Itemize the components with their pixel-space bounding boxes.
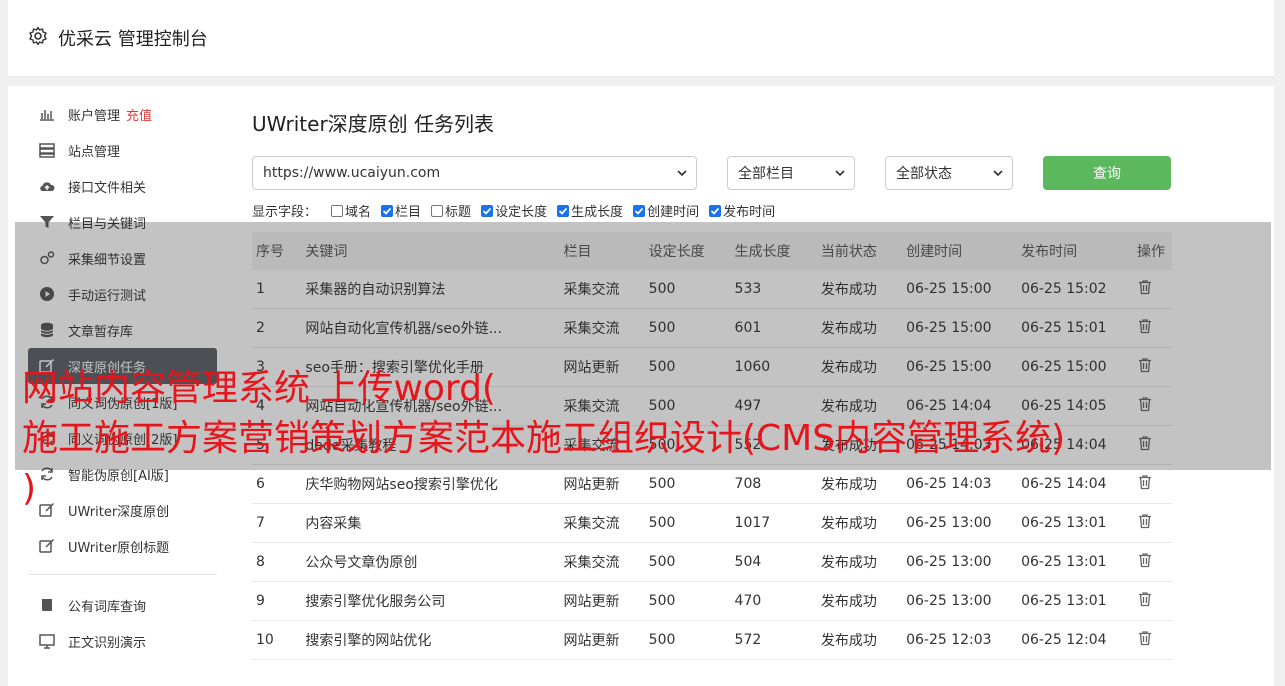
field-checkbox-label: 栏目: [395, 205, 422, 220]
server-icon: [38, 141, 56, 159]
recharge-link[interactable]: 充值: [126, 105, 152, 124]
cloud-upload-icon: [38, 177, 56, 195]
checkbox-checked[interactable]: [709, 204, 722, 217]
table-row: 8 公众号文章伪原创 采集交流 500 504 发布成功 06-25 13:00 06-25 …: [252, 542, 1172, 582]
table-cell: 8: [252, 542, 302, 582]
field-checkbox-label: 发布时间: [723, 205, 776, 220]
bar-chart-icon: [38, 105, 56, 123]
chevron-down-icon: [993, 170, 1003, 177]
checkbox-unchecked[interactable]: [431, 204, 444, 217]
sidebar-item-label: 站点管理: [68, 144, 121, 160]
sidebar-item-label: UWriter原创标题: [68, 540, 170, 556]
field-checkbox[interactable]: 发布时间: [709, 201, 775, 220]
status-cell: 发布成功: [816, 542, 903, 582]
display-fields: 显示字段： 域名 栏目 标题 设定长度 生成长度 创建时间 发布时间: [252, 201, 785, 220]
sidebar-item[interactable]: 接口文件相关: [28, 168, 217, 204]
sidebar-item[interactable]: 账户管理 充值: [28, 96, 217, 132]
chevron-down-icon: [677, 170, 687, 177]
table-cell: 06-25 13:00: [902, 542, 1018, 582]
trash-icon[interactable]: [1137, 513, 1153, 529]
sidebar-item[interactable]: 公有词库查询: [28, 587, 217, 623]
app-title: 优采云 管理控制台: [58, 29, 208, 50]
table-cell: 500: [644, 620, 731, 660]
table-cell: 470: [730, 581, 817, 621]
field-checkbox[interactable]: 设定长度: [481, 201, 547, 220]
site-select[interactable]: https://www.ucaiyun.com: [252, 156, 697, 190]
table-cell: 搜索引擎的网站优化: [301, 620, 560, 660]
field-checkbox[interactable]: 标题: [431, 201, 471, 220]
overlay-caption: 网站内容管理系统 上传word( 施工施工方案营销策划方案范本施工组织设计(CMS…: [22, 364, 1282, 514]
table-cell: 搜索引擎优化服务公司: [301, 581, 560, 621]
sidebar-item-label: 公有词库查询: [68, 599, 147, 615]
checkbox-checked[interactable]: [481, 204, 494, 217]
sidebar-item-label: 接口文件相关: [68, 180, 147, 196]
table-cell: 06-25 13:01: [1017, 542, 1134, 582]
table-row: 9 搜索引擎优化服务公司 网站更新 500 470 发布成功 06-25 13:00 06-2…: [252, 581, 1172, 621]
column-select-value: 全部栏目: [738, 166, 794, 182]
field-checkbox-label: 创建时间: [647, 205, 700, 220]
query-button[interactable]: 查询: [1043, 156, 1171, 190]
table-cell: 572: [730, 620, 817, 660]
field-checkbox[interactable]: 创建时间: [633, 201, 699, 220]
action-cell: [1133, 542, 1172, 582]
checkbox-checked[interactable]: [381, 204, 394, 217]
edit-icon: [38, 537, 56, 555]
status-cell: 发布成功: [816, 620, 903, 660]
book-icon: [38, 596, 56, 614]
field-checkbox-label: 生成长度: [571, 205, 624, 220]
table-cell: 公众号文章伪原创: [301, 542, 560, 582]
column-select[interactable]: 全部栏目: [727, 156, 855, 190]
sidebar-divider: [28, 574, 217, 575]
table-cell: 网站更新: [559, 581, 645, 621]
top-header: 优采云 管理控制台: [8, 0, 1274, 77]
overlay-caption-line: ): [22, 468, 37, 509]
checkbox-checked[interactable]: [557, 204, 570, 217]
sidebar-item[interactable]: 站点管理: [28, 132, 217, 168]
monitor-icon: [38, 632, 56, 650]
table-cell: 06-25 13:00: [902, 581, 1018, 621]
fields-label: 显示字段：: [252, 205, 318, 220]
table-cell: 采集交流: [559, 542, 645, 582]
chevron-down-icon: [835, 170, 845, 177]
checkbox-checked[interactable]: [633, 204, 646, 217]
table-cell: 9: [252, 581, 302, 621]
trash-icon[interactable]: [1137, 552, 1153, 568]
sidebar-item[interactable]: 正文识别演示: [28, 623, 217, 659]
field-checkbox-label: 标题: [445, 205, 472, 220]
overlay-caption-line: 施工施工方案营销策划方案范本施工组织设计(CMS内容管理系统): [22, 418, 1066, 459]
table-row: 10 搜索引擎的网站优化 网站更新 500 572 发布成功 06-25 12:03 06-2…: [252, 620, 1172, 660]
field-checkbox[interactable]: 生成长度: [557, 201, 623, 220]
table-cell: 06-25 12:04: [1017, 620, 1134, 660]
field-checkbox[interactable]: 栏目: [381, 201, 421, 220]
trash-icon[interactable]: [1137, 591, 1153, 607]
site-select-value: https://www.ucaiyun.com: [263, 165, 441, 181]
overlay-caption-line: 网站内容管理系统 上传word(: [22, 368, 496, 409]
table-cell: 504: [730, 542, 817, 582]
status-select[interactable]: 全部状态: [885, 156, 1013, 190]
field-checkbox[interactable]: 域名: [331, 201, 371, 220]
trash-icon[interactable]: [1137, 630, 1153, 646]
status-select-value: 全部状态: [896, 166, 952, 182]
table-cell: 06-25 13:01: [1017, 581, 1134, 621]
page-title: UWriter深度原创 任务列表: [252, 112, 495, 136]
action-cell: [1133, 581, 1172, 621]
checkbox-unchecked[interactable]: [331, 204, 344, 217]
status-cell: 发布成功: [816, 581, 903, 621]
table-cell: 500: [644, 542, 731, 582]
field-checkbox-label: 域名: [345, 205, 372, 220]
table-cell: 10: [252, 620, 302, 660]
gear-icon: [29, 26, 47, 46]
sidebar-item-label: 账户管理: [68, 108, 121, 124]
sidebar-item[interactable]: UWriter原创标题: [28, 528, 217, 564]
field-checkbox-label: 设定长度: [495, 205, 548, 220]
table-cell: 网站更新: [559, 620, 645, 660]
sidebar-item-label: 正文识别演示: [68, 635, 147, 651]
table-cell: 500: [644, 581, 731, 621]
table-cell: 06-25 12:03: [902, 620, 1018, 660]
action-cell: [1133, 620, 1172, 660]
